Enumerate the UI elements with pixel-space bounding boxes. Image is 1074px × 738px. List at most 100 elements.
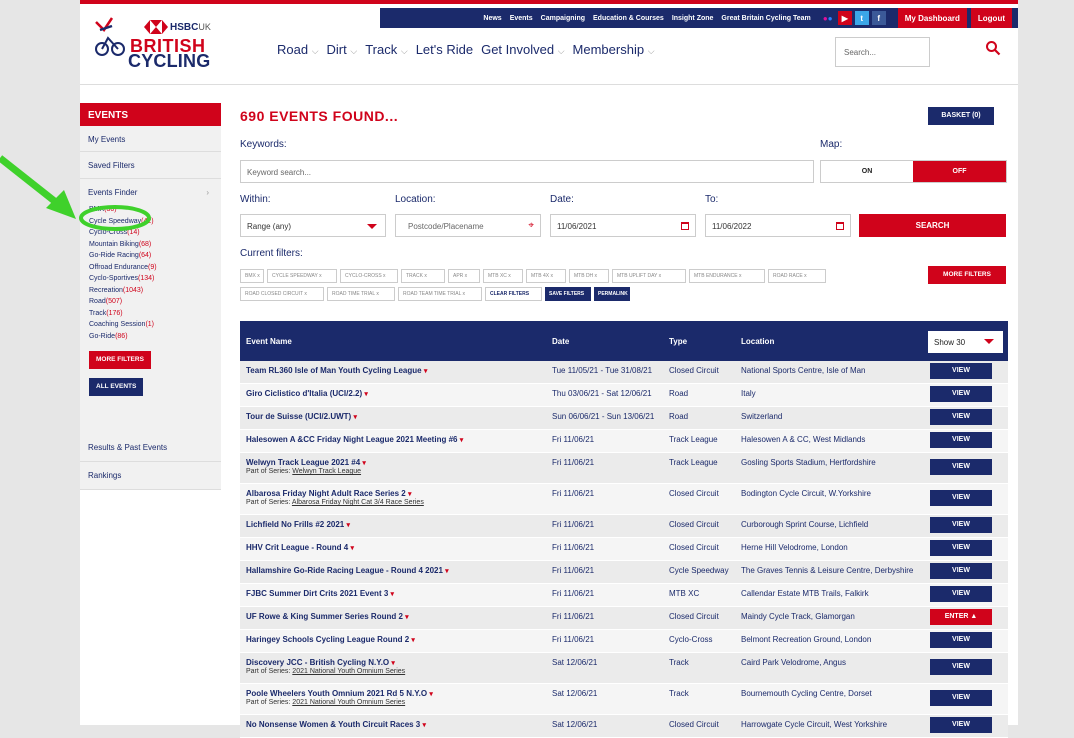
permalink-button[interactable]: PERMALINK <box>594 287 630 301</box>
facebook-icon[interactable]: f <box>871 11 886 25</box>
col-type[interactable]: Type <box>669 337 687 346</box>
category-bmx[interactable]: BMX(30) <box>80 204 221 216</box>
filter-chip[interactable]: CYCLE SPEEDWAY x <box>267 269 337 283</box>
series-link[interactable]: 2021 National Youth Omnium Series <box>292 668 405 675</box>
category-track[interactable]: Track(176) <box>80 308 221 320</box>
clear-filters-button[interactable]: CLEAR FILTERS <box>485 287 542 301</box>
event-name-link[interactable]: HHV Crit League - Round 4 ▾ <box>246 543 354 552</box>
calendar-icon[interactable] <box>836 222 844 230</box>
event-name-link[interactable]: Poole Wheelers Youth Omnium 2021 Rd 5 N.… <box>246 689 433 698</box>
map-on-button[interactable]: ON <box>821 161 913 182</box>
date-from-input[interactable]: 11/06/2021 <box>550 214 696 237</box>
filter-chip[interactable]: TRACK x <box>401 269 445 283</box>
util-link-education[interactable]: Education & Courses <box>593 15 664 22</box>
nav-road[interactable]: Road ⌵ <box>277 42 319 57</box>
util-link-gbct[interactable]: Great Britain Cycling Team <box>721 15 810 22</box>
keyword-search-input[interactable]: Keyword search... <box>240 160 814 183</box>
filter-chip[interactable]: ROAD RACE x <box>768 269 826 283</box>
util-link-events[interactable]: Events <box>510 15 533 22</box>
location-input[interactable]: Postcode/Placename ⌖ <box>395 214 541 237</box>
enter-button[interactable]: ENTER ▲ <box>930 609 992 625</box>
event-name-link[interactable]: Welwyn Track League 2021 #4 ▾ <box>246 458 366 467</box>
event-name-link[interactable]: Hallamshire Go-Ride Racing League - Roun… <box>246 566 449 575</box>
all-events-button[interactable]: ALL EVENTS <box>89 378 144 396</box>
view-button[interactable]: VIEW <box>930 540 992 556</box>
series-link[interactable]: 2021 National Youth Omnium Series <box>292 699 405 706</box>
view-button[interactable]: VIEW <box>930 659 992 675</box>
filter-chip[interactable]: MTB DH x <box>569 269 609 283</box>
event-name-link[interactable]: Tour de Suisse (UCI/2.UWT) ▾ <box>246 412 357 421</box>
view-button[interactable]: VIEW <box>930 432 992 448</box>
filter-chip[interactable]: MTB UPLIFT DAY x <box>612 269 686 283</box>
nav-dirt[interactable]: Dirt ⌵ <box>327 42 358 57</box>
category-offroad-endurance[interactable]: Offroad Endurance(9) <box>80 262 221 274</box>
event-name-link[interactable]: Halesowen A &CC Friday Night League 2021… <box>246 435 463 444</box>
view-button[interactable]: VIEW <box>930 717 992 733</box>
category-go-ride-racing[interactable]: Go-Ride Racing(64) <box>80 250 221 262</box>
sidebar-rankings[interactable]: Rankings <box>80 462 221 490</box>
view-button[interactable]: VIEW <box>930 386 992 402</box>
view-button[interactable]: VIEW <box>930 409 992 425</box>
sidebar-my-events[interactable]: My Events <box>80 126 221 152</box>
series-link[interactable]: Albarosa Friday Night Cat 3/4 Race Serie… <box>292 499 424 506</box>
search-icon[interactable] <box>985 40 1001 56</box>
date-to-input[interactable]: 11/06/2022 <box>705 214 851 237</box>
category-cycle-speedway[interactable]: Cycle Speedway(42) <box>80 216 221 228</box>
site-search-input[interactable]: Search... <box>835 37 930 67</box>
category-coaching-session[interactable]: Coaching Session(1) <box>80 319 221 331</box>
filter-chip[interactable]: ROAD TIME TRIAL x <box>327 287 395 301</box>
category-cyclo-sportives[interactable]: Cyclo-Sportives(134) <box>80 273 221 285</box>
util-link-insight[interactable]: Insight Zone <box>672 15 714 22</box>
event-name-link[interactable]: FJBC Summer Dirt Crits 2021 Event 3 ▾ <box>246 589 394 598</box>
filter-chip[interactable]: APR x <box>448 269 480 283</box>
map-off-button[interactable]: OFF <box>913 161 1006 182</box>
event-name-link[interactable]: Albarosa Friday Night Adult Race Series … <box>246 489 412 498</box>
view-button[interactable]: VIEW <box>930 517 992 533</box>
view-button[interactable]: VIEW <box>930 632 992 648</box>
flickr-icon[interactable]: ● ● <box>821 11 835 25</box>
british-cycling-logo[interactable]: HSBCUK BRITISH CYCLING <box>92 14 237 74</box>
util-link-news[interactable]: News <box>483 15 501 22</box>
calendar-icon[interactable] <box>681 222 689 230</box>
youtube-icon[interactable]: ▶ <box>837 11 852 25</box>
view-button[interactable]: VIEW <box>930 459 992 475</box>
sidebar-events-finder[interactable]: Events Finder › <box>80 188 221 204</box>
filter-chip[interactable]: BMX x <box>240 269 264 283</box>
basket-button[interactable]: BASKET (0) <box>928 107 994 125</box>
nav-get-involved[interactable]: Get Involved ⌵ <box>481 42 564 57</box>
locate-icon[interactable]: ⌖ <box>528 220 534 231</box>
save-filters-button[interactable]: SAVE FILTERS <box>545 287 591 301</box>
filter-chip[interactable]: ROAD TEAM TIME TRIAL x <box>398 287 482 301</box>
col-date[interactable]: Date <box>552 337 569 346</box>
col-event-name[interactable]: Event Name <box>246 337 292 346</box>
series-link[interactable]: Welwyn Track League <box>292 468 361 475</box>
nav-track[interactable]: Track ⌵ <box>365 42 407 57</box>
sidebar-results[interactable]: Results & Past Events <box>80 434 221 462</box>
view-button[interactable]: VIEW <box>930 490 992 506</box>
col-location[interactable]: Location <box>741 337 774 346</box>
event-name-link[interactable]: Lichfield No Frills #2 2021 ▾ <box>246 520 350 529</box>
event-name-link[interactable]: UF Rowe & King Summer Series Round 2 ▾ <box>246 612 409 621</box>
more-filters-button[interactable]: MORE FILTERS <box>928 266 1006 284</box>
nav-lets-ride[interactable]: Let's Ride <box>416 42 473 57</box>
category-mountain-biking[interactable]: Mountain Biking(68) <box>80 239 221 251</box>
event-name-link[interactable]: Haringey Schools Cycling League Round 2 … <box>246 635 415 644</box>
view-button[interactable]: VIEW <box>930 586 992 602</box>
filter-chip[interactable]: MTB XC x <box>483 269 523 283</box>
category-recreation[interactable]: Recreation(1043) <box>80 285 221 297</box>
show-count-select[interactable]: Show 30 <box>928 331 1003 353</box>
filter-chip[interactable]: CYCLO-CROSS x <box>340 269 398 283</box>
view-button[interactable]: VIEW <box>930 690 992 706</box>
util-link-campaigning[interactable]: Campaigning <box>541 15 585 22</box>
view-button[interactable]: VIEW <box>930 563 992 579</box>
logout-button[interactable]: Logout <box>970 8 1012 28</box>
filter-chip[interactable]: MTB 4X x <box>526 269 566 283</box>
category-go-ride[interactable]: Go-Ride(86) <box>80 331 221 343</box>
filter-chip[interactable]: MTB ENDURANCE x <box>689 269 765 283</box>
filter-chip[interactable]: ROAD CLOSED CIRCUIT x <box>240 287 324 301</box>
sidebar-saved-filters[interactable]: Saved Filters <box>80 152 221 179</box>
search-button[interactable]: SEARCH <box>859 214 1006 237</box>
category-cyclo-cross[interactable]: Cyclo-Cross(14) <box>80 227 221 239</box>
nav-membership[interactable]: Membership ⌵ <box>573 42 655 57</box>
sidebar-more-filters-button[interactable]: MORE FILTERS <box>89 351 151 369</box>
